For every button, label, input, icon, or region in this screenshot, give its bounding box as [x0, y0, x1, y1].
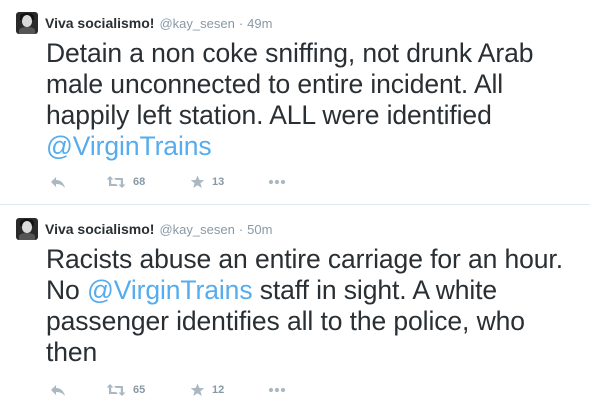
tweet[interactable]: Viva socialismo! @kay_sesen · 49m Detain…	[0, 0, 590, 205]
time-separator: ·	[238, 15, 244, 31]
favorite-count: 13	[212, 176, 225, 188]
reply-button[interactable]	[50, 175, 106, 189]
tweet-text-body: Detain a non coke sniffing, not drunk Ar…	[46, 38, 534, 130]
author-name[interactable]: Viva socialismo!	[45, 221, 154, 237]
mention-link[interactable]: @VirginTrains	[87, 275, 253, 305]
favorite-count: 12	[212, 384, 225, 396]
tweet[interactable]: Viva socialismo! @kay_sesen · 50m Racist…	[0, 206, 590, 413]
author-handle[interactable]: @kay_sesen	[159, 222, 234, 237]
star-icon	[190, 175, 205, 188]
more-button[interactable]	[268, 179, 286, 185]
timestamp[interactable]: 50m	[247, 222, 272, 237]
avatar[interactable]	[16, 218, 38, 240]
tweet-header: Viva socialismo! @kay_sesen · 49m	[16, 12, 272, 34]
favorite-button[interactable]: 12	[190, 383, 268, 397]
reply-icon	[51, 385, 65, 396]
tweet-text: Racists abuse an entire carriage for an …	[46, 244, 566, 368]
author-name[interactable]: Viva socialismo!	[45, 15, 154, 31]
tweet-actions: 68 13	[50, 174, 286, 190]
time-separator: ·	[238, 221, 244, 237]
mention-link[interactable]: @VirginTrains	[46, 131, 212, 161]
retweet-count: 68	[133, 176, 146, 188]
author-handle[interactable]: @kay_sesen	[159, 16, 234, 31]
retweet-icon	[106, 384, 126, 396]
retweet-button[interactable]: 68	[106, 175, 190, 189]
more-icon	[268, 387, 286, 393]
retweet-button[interactable]: 65	[106, 383, 190, 397]
timestamp[interactable]: 49m	[247, 16, 272, 31]
tweet-header: Viva socialismo! @kay_sesen · 50m	[16, 218, 272, 240]
tweet-text: Detain a non coke sniffing, not drunk Ar…	[46, 38, 566, 162]
favorite-button[interactable]: 13	[190, 175, 268, 189]
retweet-count: 65	[133, 384, 146, 396]
tweet-feed: Viva socialismo! @kay_sesen · 49m Detain…	[0, 0, 590, 413]
star-icon	[190, 383, 205, 396]
reply-icon	[51, 177, 65, 188]
avatar[interactable]	[16, 12, 38, 34]
reply-button[interactable]	[50, 383, 106, 397]
more-icon	[268, 179, 286, 185]
more-button[interactable]	[268, 387, 286, 393]
tweet-actions: 65 12	[50, 382, 286, 398]
retweet-icon	[106, 176, 126, 188]
